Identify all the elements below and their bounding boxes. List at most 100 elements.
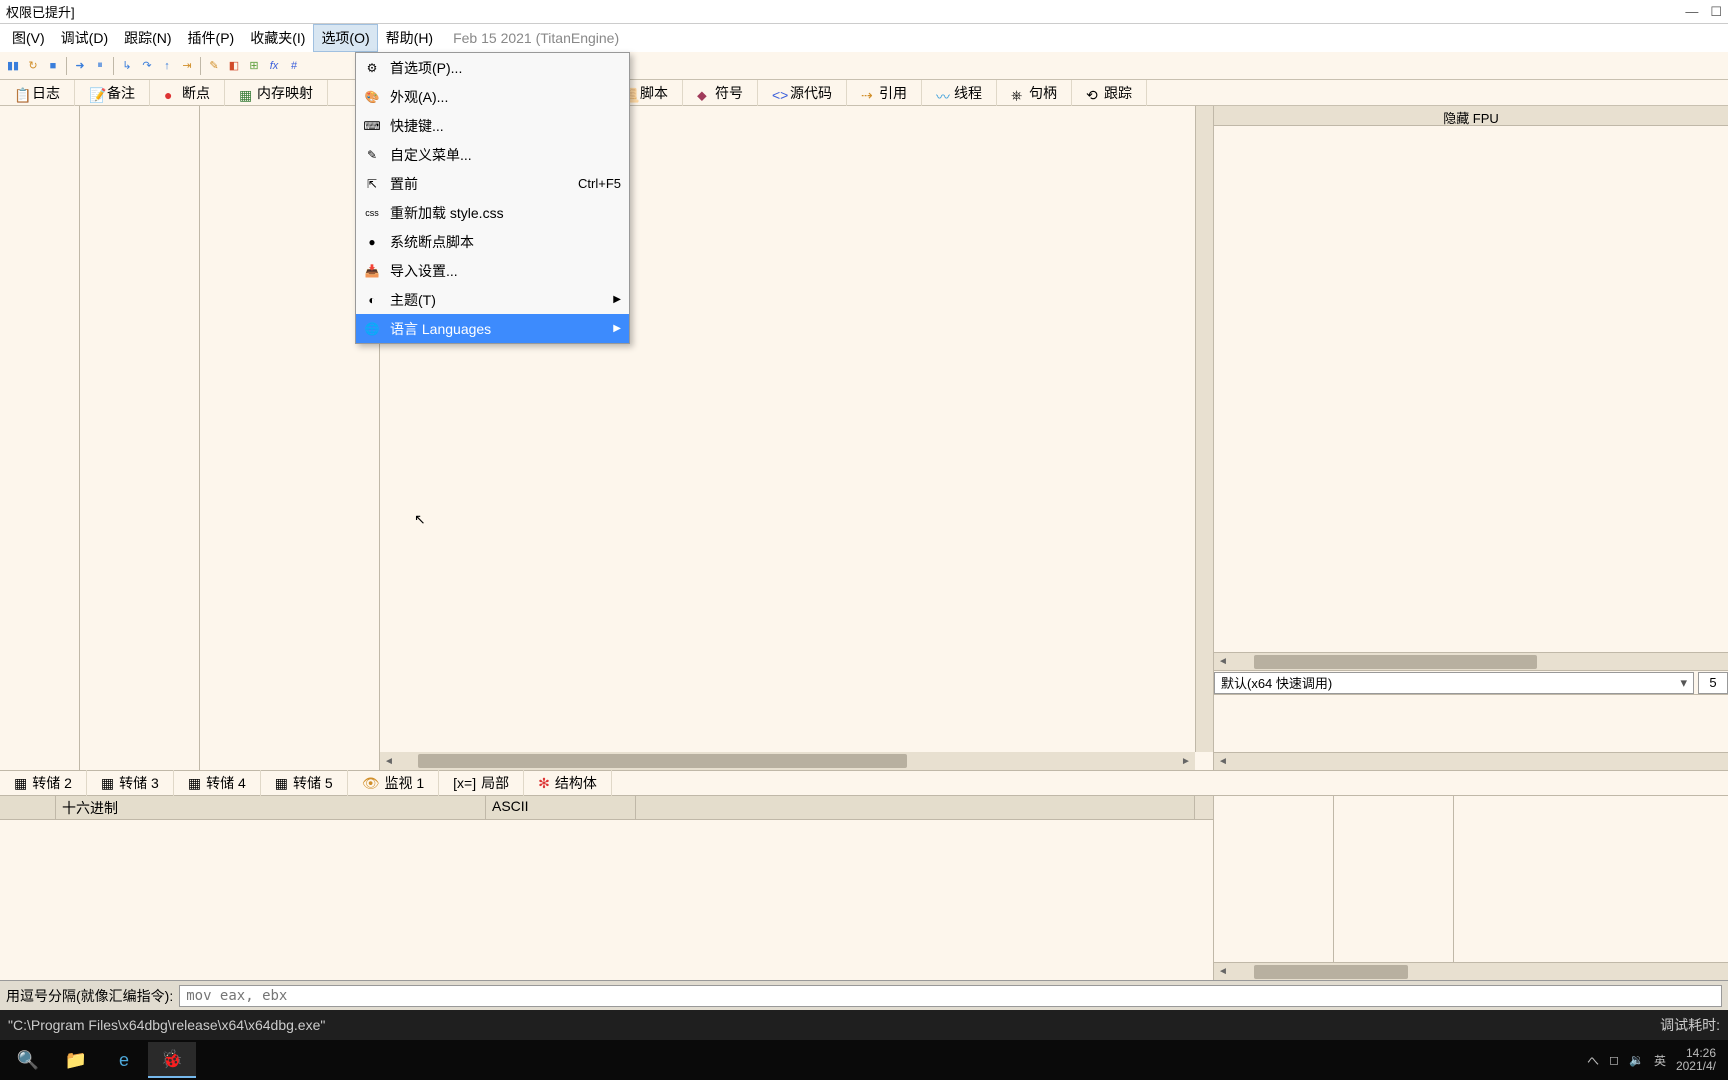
dump-ascii-header[interactable]: ASCII xyxy=(486,796,636,819)
scroll-left-icon[interactable]: ◄ xyxy=(380,752,398,770)
dump-extra-header[interactable] xyxy=(636,796,1195,819)
menuitem-appearance-label: 外观(A)... xyxy=(390,87,448,107)
tab-log[interactable]: 📋日志 xyxy=(0,80,75,106)
menuitem-topmost-shortcut: Ctrl+F5 xyxy=(578,176,621,191)
tab-trace[interactable]: ⟲跟踪 xyxy=(1072,80,1147,106)
menu-trace[interactable]: 跟踪(N) xyxy=(116,24,179,52)
menuitem-theme[interactable]: ◐主题(T)▶ xyxy=(356,285,629,314)
tb-run-icon[interactable]: ➜ xyxy=(71,57,89,75)
tab-symbols[interactable]: ⬥符号 xyxy=(683,80,758,106)
tb-fx-icon[interactable]: fx xyxy=(265,57,283,75)
reg-scroll-left-icon[interactable]: ◄ xyxy=(1214,653,1232,671)
menuitem-preferences[interactable]: ⚙首选项(P)... xyxy=(356,53,629,82)
tab-struct[interactable]: ✻结构体 xyxy=(524,770,612,796)
calling-conv-select[interactable]: 默认(x64 快速调用) ▾ xyxy=(1214,672,1694,694)
tab-dump3[interactable]: ▦转储 3 xyxy=(87,770,174,796)
taskbar-explorer[interactable]: 📁 xyxy=(52,1042,100,1078)
tab-notes-label: 备注 xyxy=(107,83,135,103)
dump-addr-header[interactable] xyxy=(0,796,56,819)
tab-dump4-label: 转储 4 xyxy=(206,773,246,793)
registers-scrollbar-h[interactable]: ◄ xyxy=(1214,652,1728,670)
dump-hex-header[interactable]: 十六进制 xyxy=(56,796,486,819)
args-scrollbar-h[interactable]: ◄ xyxy=(1214,752,1728,770)
tab-watch1[interactable]: 👁监视 1 xyxy=(348,770,439,796)
tb-stepinto-icon[interactable]: ↳ xyxy=(118,57,136,75)
disasm-scrollbar-h[interactable]: ◄ ► xyxy=(380,752,1195,770)
tab-handles[interactable]: ⎈句柄 xyxy=(997,80,1072,106)
menu-favorites[interactable]: 收藏夹(I) xyxy=(242,24,313,52)
tray-clock[interactable]: 14:26 2021/4/ xyxy=(1676,1047,1716,1073)
submenu-arrow-icon: ▶ xyxy=(613,323,621,334)
tab-threads[interactable]: 〰线程 xyxy=(922,80,997,106)
maximize-button[interactable]: ☐ xyxy=(1710,4,1722,20)
tab-dump5[interactable]: ▦转储 5 xyxy=(261,770,348,796)
tab-source[interactable]: <>源代码 xyxy=(758,80,847,106)
tb-pause-icon[interactable]: ▮▮ xyxy=(4,57,22,75)
tab-references[interactable]: ⇢引用 xyxy=(847,80,922,106)
tb-stepout-icon[interactable]: ↑ xyxy=(158,57,176,75)
tb-runto-icon[interactable]: ⇥ xyxy=(178,57,196,75)
trace-icon: ⟲ xyxy=(1086,87,1098,99)
dump-icon: ▦ xyxy=(101,775,114,792)
globe-icon: 🌐 xyxy=(364,321,380,337)
args-scroll-left-icon[interactable]: ◄ xyxy=(1214,753,1232,771)
menuitem-shortcuts[interactable]: ⌨快捷键... xyxy=(356,111,629,140)
title-bar: 权限已提升] — ☐ xyxy=(0,0,1728,24)
tray-sound-icon[interactable]: 🔉 xyxy=(1629,1053,1644,1067)
menu-plugin[interactable]: 插件(P) xyxy=(180,24,243,52)
menuitem-import-settings[interactable]: 📥导入设置... xyxy=(356,256,629,285)
menuitem-reload-css[interactable]: css重新加载 style.css xyxy=(356,198,629,227)
notes-icon: 📝 xyxy=(89,87,101,99)
tab-dump5-label: 转储 5 xyxy=(293,773,333,793)
tb-stop-icon[interactable]: ■ xyxy=(44,57,62,75)
dump-scroll-v[interactable] xyxy=(1195,796,1213,819)
tb-pencil-icon[interactable]: ✎ xyxy=(205,57,223,75)
menu-help[interactable]: 帮助(H) xyxy=(378,24,441,52)
menuitem-topmost[interactable]: ⇱置前Ctrl+F5 xyxy=(356,169,629,198)
menu-debug[interactable]: 调试(D) xyxy=(53,24,116,52)
menuitem-appearance[interactable]: 🎨外观(A)... xyxy=(356,82,629,111)
scroll-thumb[interactable] xyxy=(418,754,907,768)
menu-options[interactable]: 选项(O) xyxy=(313,24,377,52)
args-panel xyxy=(1214,694,1728,752)
menuitem-sysbp-script[interactable]: ●系统断点脚本 xyxy=(356,227,629,256)
tab-notes[interactable]: 📝 备注 xyxy=(75,80,150,106)
command-input[interactable] xyxy=(179,985,1722,1007)
tab-dump2[interactable]: ▦转储 2 xyxy=(0,770,87,796)
keyboard-icon: ⌨ xyxy=(364,118,380,134)
tb-patch-icon[interactable]: ◧ xyxy=(225,57,243,75)
tb-stepover-icon[interactable]: ↷ xyxy=(138,57,156,75)
menuitem-topmost-label: 置前 xyxy=(390,174,418,194)
tb-hash-icon[interactable]: # xyxy=(285,57,303,75)
taskbar-x64dbg[interactable]: 🐞 xyxy=(148,1042,196,1078)
stack-scroll-left-icon[interactable]: ◄ xyxy=(1214,963,1232,981)
taskbar-edge[interactable]: e xyxy=(100,1042,148,1078)
main-area: ◄ ► 隐藏 FPU ◄ 默认(x64 快速调用) ▾ 5 ◄ xyxy=(0,106,1728,770)
title-text: 权限已提升] xyxy=(6,2,75,21)
minimize-button[interactable]: — xyxy=(1685,4,1698,20)
menuitem-custom-menu[interactable]: ✎自定义菜单... xyxy=(356,140,629,169)
reg-scroll-thumb[interactable] xyxy=(1254,655,1537,669)
scroll-right-icon[interactable]: ► xyxy=(1177,752,1195,770)
tab-dump4[interactable]: ▦转储 4 xyxy=(174,770,261,796)
args-spinner[interactable]: 5 xyxy=(1698,672,1728,694)
tab-memmap[interactable]: ▦内存映射 xyxy=(225,80,328,106)
tray-ime[interactable]: 英 xyxy=(1654,1052,1666,1069)
tray-network-icon[interactable]: ◻ xyxy=(1609,1053,1619,1067)
tb-pause2-icon[interactable]: ⏸ xyxy=(91,57,109,75)
dump-icon: ▦ xyxy=(14,775,27,792)
disasm-scrollbar-v[interactable] xyxy=(1195,106,1213,752)
tb-comment-icon[interactable]: ⊞ xyxy=(245,57,263,75)
menuitem-languages[interactable]: 🌐语言 Languages▶ ↖ xyxy=(356,314,629,343)
tray-chevron-icon[interactable]: へ xyxy=(1587,1052,1599,1069)
stack-scroll-thumb[interactable] xyxy=(1254,965,1408,979)
dump-header: 十六进制 ASCII xyxy=(0,796,1213,820)
fpu-toggle[interactable]: 隐藏 FPU xyxy=(1214,106,1728,126)
tab-locals[interactable]: [x=]局部 xyxy=(439,770,524,796)
stack-scrollbar-h[interactable]: ◄ xyxy=(1214,962,1728,980)
tab-breakpoints[interactable]: ●断点 xyxy=(150,80,225,106)
menu-view[interactable]: 图(V) xyxy=(4,24,53,52)
tb-restart-icon[interactable]: ↻ xyxy=(24,57,42,75)
taskbar-search[interactable]: 🔍 xyxy=(4,1042,52,1078)
disasm-mnemonic-col xyxy=(200,106,380,770)
